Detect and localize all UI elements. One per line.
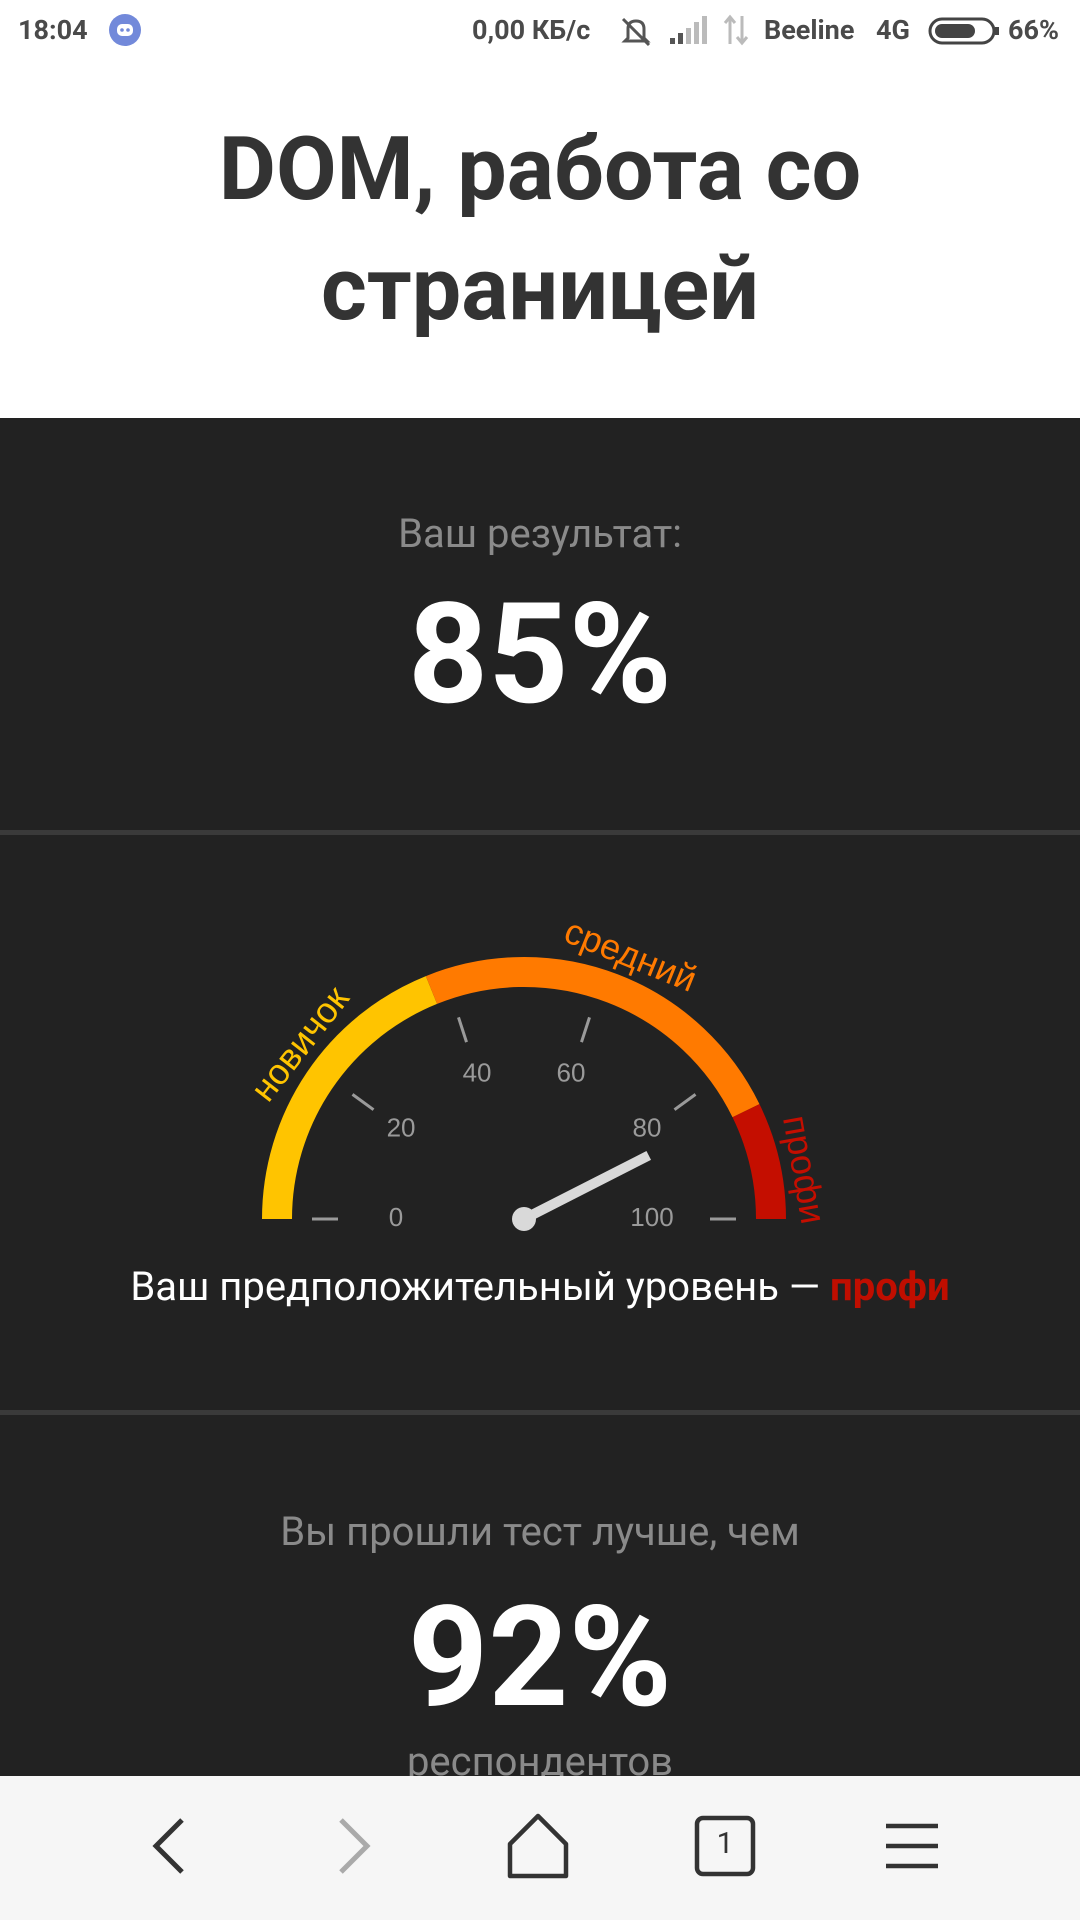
divider xyxy=(0,1410,1080,1415)
status-bar: 18:04 0,00 КБ/с Beeline 4G 66% xyxy=(0,0,1080,60)
signal-icon xyxy=(668,14,708,53)
gauge-tick-label: 0 xyxy=(389,1202,403,1232)
network-type: 4G xyxy=(876,14,910,46)
gauge-tick-label: 40 xyxy=(463,1057,492,1087)
back-icon xyxy=(152,1818,184,1874)
gauge-tick xyxy=(351,1093,375,1111)
gauge-tick-label: 80 xyxy=(633,1113,662,1143)
data-arrows-icon xyxy=(722,14,750,53)
battery-percent: 66% xyxy=(1008,14,1059,46)
back-button[interactable] xyxy=(118,1796,218,1896)
tabs-button[interactable]: 1 xyxy=(675,1796,775,1896)
gauge-needle-hub xyxy=(512,1207,536,1231)
gauge-tick-label: 60 xyxy=(557,1057,586,1087)
gauge-zone-2 xyxy=(732,1104,786,1220)
menu-icon xyxy=(886,1823,938,1869)
menu-button[interactable] xyxy=(862,1796,962,1896)
forward-icon xyxy=(339,1818,371,1874)
level-gauge: новичоксреднийпрофи02040 6080100 xyxy=(242,910,834,1232)
gauge-tick xyxy=(457,1016,468,1043)
tab-count: 1 xyxy=(716,1826,734,1861)
home-icon xyxy=(507,1813,569,1879)
forward-button[interactable] xyxy=(305,1796,405,1896)
carrier-name: Beeline xyxy=(764,14,855,46)
result-panel: Ваш результат: 85% новичок средний профи 0 2… xyxy=(0,418,1080,1785)
level-text: Ваш предположительный уровень — профи xyxy=(0,1263,1080,1310)
level-value: профи xyxy=(830,1263,950,1310)
gauge-tick-label: 100 xyxy=(630,1202,673,1232)
gauge-tick-label: 20 xyxy=(387,1113,416,1143)
battery-icon xyxy=(928,16,1002,53)
comparison-value: 92% xyxy=(407,1576,673,1740)
discord-icon xyxy=(108,13,142,54)
network-speed: 0,00 КБ/с xyxy=(472,14,591,46)
gauge-zone-1 xyxy=(425,957,760,1118)
page-title: DOM, работа со страницей xyxy=(218,118,862,341)
comparison-label: Вы прошли тест лучше, чем xyxy=(280,1508,800,1555)
mute-icon xyxy=(618,14,654,55)
home-button[interactable] xyxy=(488,1796,588,1896)
status-time: 18:04 xyxy=(18,14,88,46)
browser-nav-bar: 1 xyxy=(0,1776,1080,1920)
gauge-tick xyxy=(580,1016,591,1043)
gauge-tick xyxy=(673,1093,697,1111)
level-prefix: Ваш предположительный уровень — xyxy=(130,1263,831,1310)
